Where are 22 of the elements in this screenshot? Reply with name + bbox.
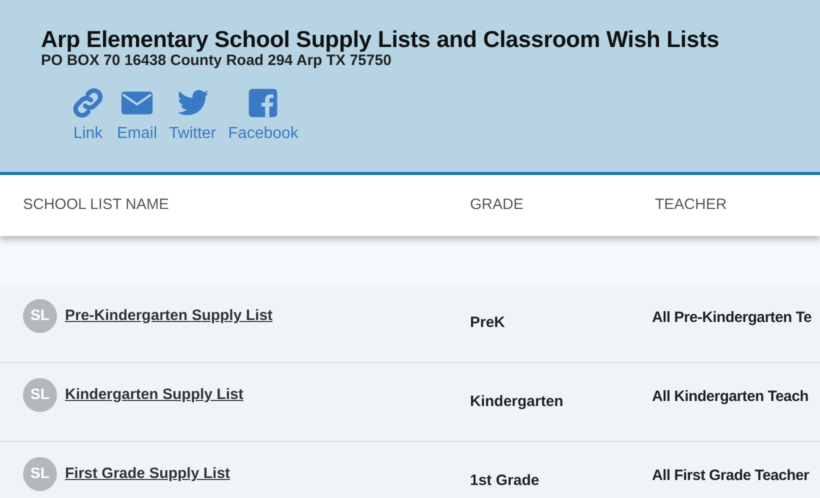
teacher: All Pre-Kindergarten Te (652, 309, 812, 326)
share-link[interactable]: Twitter (169, 86, 216, 146)
avatar: SL (23, 299, 57, 333)
grade: 1st Grade (470, 472, 540, 489)
list-name-link[interactable]: Kindergarten Supply List (65, 384, 244, 406)
teacher: All First Grade Teacher (652, 467, 810, 484)
link-icon (71, 86, 105, 120)
avatar: SL (23, 378, 57, 412)
page-title: Arp Elementary School Supply Lists and Classroom Wish Lists (41, 27, 720, 52)
share-link[interactable]: Facebook (228, 86, 298, 146)
avatar: SL (23, 457, 57, 491)
list-name-link[interactable]: Pre-Kindergarten Supply List (65, 304, 273, 328)
teacher: All Kindergarten Teach (652, 388, 808, 405)
column-header: TEACHER (655, 196, 727, 214)
list-name-link[interactable]: First Grade Supply List (65, 462, 230, 486)
grade: Kindergarten (470, 393, 564, 410)
address: PO BOX 70 16438 County Road 294 Arp TX 75750 (41, 52, 392, 70)
share-link[interactable]: Link (71, 86, 105, 146)
column-header: GRADE (470, 196, 524, 214)
column-header: SCHOOL LIST NAME (23, 196, 169, 214)
share-link[interactable]: Email (117, 86, 158, 146)
grade: PreK (470, 314, 506, 331)
